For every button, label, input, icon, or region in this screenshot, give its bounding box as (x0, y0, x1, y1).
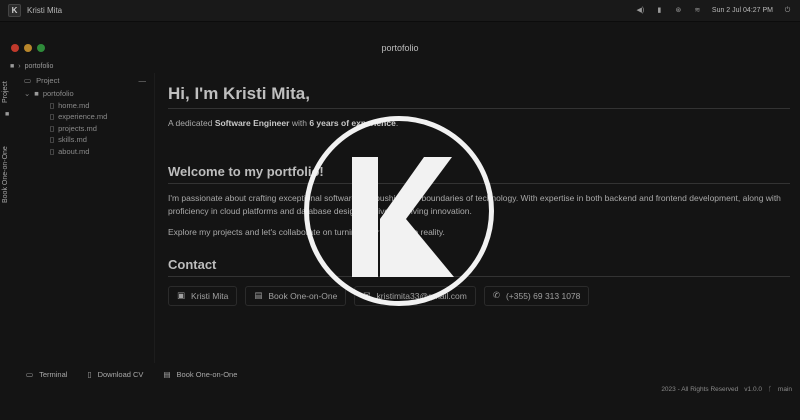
project-panel-icon: ▭ (24, 76, 32, 85)
bottom-toolbar: ▭ Terminal ▯ Download CV ▤ Book One-on-O… (0, 366, 800, 382)
calendar-icon: ▤ (254, 290, 263, 300)
bluetooth-icon[interactable]: ⊛ (674, 7, 683, 15)
folder-icon: ■ (34, 89, 39, 99)
tree-folder-label: portofolio (42, 89, 74, 99)
calendar-icon: ▤ (163, 369, 171, 379)
tree-file-experience[interactable]: ▯ experience.md (20, 111, 154, 123)
chevron-down-icon: ⌄ (24, 89, 31, 99)
microphone-icon[interactable]: ▮ (655, 7, 664, 15)
contact-book-button[interactable]: ▤ Book One-on-One (245, 285, 347, 306)
terminal-icon: ▭ (26, 369, 34, 379)
intro-line: A dedicated Software Engineer with 6 yea… (168, 117, 790, 130)
wifi-icon[interactable]: ≋ (693, 7, 702, 15)
terminal-button[interactable]: ▭ Terminal (26, 370, 67, 379)
branch-name: main (777, 385, 792, 393)
contact-linkedin-button[interactable]: ▣ Kristi Mita (168, 285, 238, 306)
tree-file-label: about.md (58, 146, 90, 156)
chevron-right-icon: › (18, 62, 21, 70)
tab-project[interactable]: Project (2, 81, 9, 103)
terminal-label: Terminal (39, 369, 68, 379)
tree-folder[interactable]: ⌄ ■ portofolio (20, 88, 154, 100)
linkedin-icon: ▣ (177, 290, 186, 300)
tree-file-label: home.md (58, 100, 90, 110)
book-label: Book One-on-One (176, 369, 238, 379)
intro-role: Software Engineer (214, 118, 290, 128)
breadcrumb-item[interactable]: portofolio (25, 63, 54, 70)
tab-book-one-on-one[interactable]: Book One-on-One (2, 146, 9, 203)
file-icon: ▯ (50, 100, 55, 110)
contact-phone-button[interactable]: ✆ (+355) 69 313 1078 (483, 285, 590, 306)
logo-overlay (304, 116, 494, 306)
intro-mid: with (291, 118, 307, 128)
system-top-bar: K Kristi Mita ◀) ▮ ⊛ ≋ Sun 2 Jul 04:27 P… (0, 0, 800, 22)
tree-file-home[interactable]: ▯ home.md (20, 100, 154, 112)
app-logo-icon[interactable]: K (8, 4, 21, 17)
left-tab-strip: Project ■ Book One-on-One (0, 73, 18, 363)
clock[interactable]: Sun 2 Jul 04:27 PM (712, 7, 773, 14)
file-icon: ▯ (50, 146, 55, 156)
intro-prefix: A dedicated (168, 118, 213, 128)
status-bar: 2023 - All Rights Reserved v1.0.0 ᚴ main (0, 382, 800, 396)
download-cv-button[interactable]: ▯ Download CV (87, 370, 143, 379)
page-title: Hi, I'm Kristi Mita, (168, 84, 790, 109)
tree-file-label: experience.md (58, 112, 108, 122)
folder-icon: ■ (10, 62, 15, 70)
folder-icon[interactable]: ■ (5, 111, 9, 118)
sidebar-title: Project (36, 76, 60, 85)
file-icon: ▯ (50, 123, 55, 133)
tree-file-projects[interactable]: ▯ projects.md (20, 123, 154, 135)
contact-label: (+355) 69 313 1078 (505, 290, 581, 301)
tree-file-skills[interactable]: ▯ skills.md (20, 134, 154, 146)
tree-file-label: skills.md (58, 135, 87, 145)
version-text: v1.0.0 (744, 385, 762, 393)
contact-list: ▣ Kristi Mita ▤ Book One-on-One ✉ kristi… (168, 285, 790, 306)
power-icon[interactable]: ⏻ (783, 7, 792, 15)
breadcrumb: ■ › portofolio (0, 59, 800, 73)
download-cv-label: Download CV (97, 369, 144, 379)
copyright-text: 2023 - All Rights Reserved (661, 385, 739, 393)
phone-icon: ✆ (492, 290, 500, 300)
volume-icon[interactable]: ◀) (636, 7, 645, 15)
window-title: portofolio (381, 43, 419, 53)
k-logo-icon (352, 157, 454, 277)
tree-file-label: projects.md (58, 123, 97, 133)
contact-label: Book One-on-One (268, 290, 338, 301)
book-button[interactable]: ▤ Book One-on-One (163, 370, 237, 379)
sidebar-header: ▭ Project — (20, 73, 154, 88)
app-name[interactable]: Kristi Mita (27, 6, 62, 15)
tree-file-about[interactable]: ▯ about.md (20, 146, 154, 158)
contact-label: Kristi Mita (191, 290, 229, 301)
file-icon: ▯ (50, 112, 55, 122)
git-branch-icon: ᚴ (768, 385, 772, 393)
file-icon: ▯ (50, 135, 55, 145)
collapse-sidebar-button[interactable]: — (139, 76, 147, 85)
window-title-bar: portofolio (0, 37, 800, 59)
project-sidebar: ▭ Project — ⌄ ■ portofolio ▯ home.md ▯ e… (20, 73, 155, 363)
file-icon: ▯ (87, 369, 92, 379)
